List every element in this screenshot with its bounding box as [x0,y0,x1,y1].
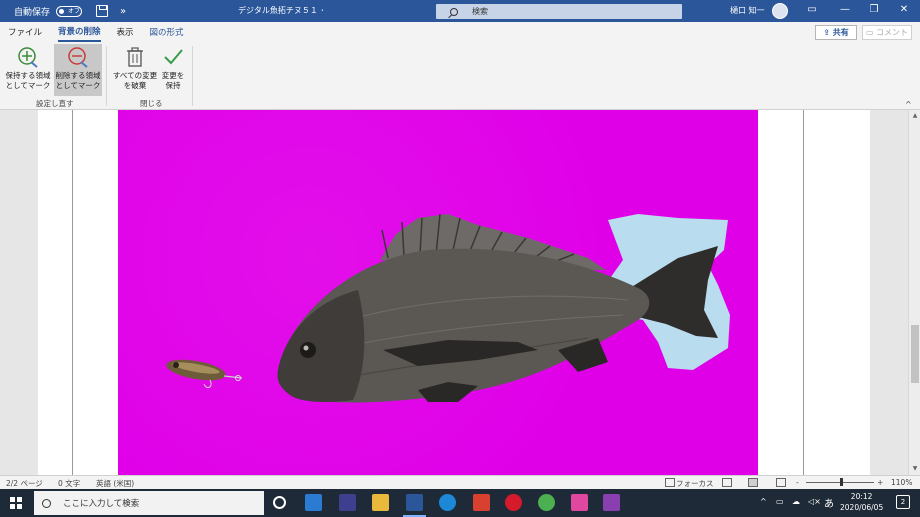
search-icon [450,7,458,16]
mark-keep-label-1: 保持する領域 [5,71,51,80]
zoom-slider-thumb[interactable] [840,478,843,486]
mark-remove-icon [68,47,88,68]
close-button[interactable]: ✕ [897,3,911,17]
margin-line-right [803,110,804,475]
store-icon[interactable] [339,494,356,511]
minimize-button[interactable]: — [838,3,852,17]
app-icon[interactable] [603,494,620,511]
document-area [0,110,908,475]
mark-keep-label-2: としてマーク [5,81,51,90]
mark-remove-label-1: 削除する領域 [55,71,101,80]
volume-icon[interactable]: ◁× [808,497,821,506]
checkmark-icon [164,49,183,65]
restore-button[interactable]: ❐ [867,3,881,17]
avatar[interactable] [772,3,788,19]
ime-indicator[interactable]: あ [824,495,834,510]
zoom-in-button[interactable]: + [877,478,883,487]
autosave-label: 自動保存 [14,7,51,18]
taskbar-search-box[interactable]: ここに入力して検索 [34,491,264,515]
title-bar: 自動保存 オフ » デジタル魚拓チヌ５１ ･ 検索 樋口 知一 ▭ — ❐ ✕ [0,0,920,22]
tab-view[interactable]: 表示 [117,23,134,41]
language-indicator[interactable]: 英語 (米国) [96,478,134,489]
chrome-icon[interactable] [538,494,555,511]
taskbar: ここに入力して検索 ^ ▭ ☁ ◁× あ 20:12 2020/06/05 2 [0,489,920,517]
word-app-icon[interactable] [403,494,426,517]
taskbar-search-placeholder: ここに入力して検索 [63,499,140,509]
zoom-out-button[interactable]: - [796,478,799,487]
save-icon[interactable] [96,5,109,17]
tab-picture-format[interactable]: 図の形式 [150,23,184,41]
group-label-refine: 設定し直す [36,99,74,108]
user-name[interactable]: 樋口 知一 [730,5,765,16]
group-label-close: 閉じる [140,99,163,108]
acrobat-icon[interactable] [473,494,490,511]
focus-icon[interactable] [665,478,675,487]
picture-canvas[interactable] [118,110,758,475]
web-layout-icon[interactable] [776,478,786,487]
hp-app-icon[interactable] [571,494,588,511]
zoom-level[interactable]: 110% [891,478,912,487]
comment-label: コメント [876,28,909,37]
notification-center-button[interactable]: 2 [896,495,910,509]
fish-image[interactable] [118,110,758,475]
task-view-icon[interactable] [273,496,286,509]
margin-line-left [72,110,73,475]
internet-explorer-icon[interactable] [439,494,456,511]
search-icon [42,498,51,508]
battery-icon[interactable]: ▭ [776,497,784,506]
windows-start-icon[interactable] [10,497,22,509]
discard-label-2: を破棄 [123,81,147,90]
word-count[interactable]: 0 文字 [58,478,80,489]
tray-expand-icon[interactable]: ^ [760,497,767,506]
focus-mode-button[interactable]: フォーカス [676,478,714,489]
scrollbar-thumb[interactable] [911,325,919,383]
keep-changes-button[interactable]: 変更を 保持 [158,44,188,96]
keep-label-1: 変更を [161,71,185,80]
status-bar: 2/2 ページ 0 文字 英語 (米国) フォーカス - + 110% [0,475,920,489]
mark-keep-button[interactable]: 保持する領域 としてマーク [4,44,52,96]
clock[interactable]: 20:12 2020/06/05 [840,491,883,513]
mark-keep-icon [18,47,38,68]
quick-access-more-button[interactable]: » [120,6,126,17]
discard-all-changes-button[interactable]: すべての変更 を破棄 [112,44,158,96]
search-placeholder: 検索 [472,7,488,16]
file-explorer-icon[interactable] [372,494,389,511]
print-layout-icon[interactable] [748,478,758,487]
keep-label-2: 保持 [165,81,181,90]
collapse-ribbon-button[interactable]: ^ [905,100,912,109]
opera-icon[interactable] [505,494,522,511]
ribbon: 保持する領域 としてマーク 削除する領域 としてマーク 設定し直す すべての変更… [0,42,920,110]
onedrive-icon[interactable]: ☁ [792,497,800,506]
fish-eye-highlight [303,345,309,351]
vertical-scrollbar[interactable]: ▲ ▼ [908,110,920,475]
fishing-lure [166,359,243,388]
mark-remove-button[interactable]: 削除する領域 としてマーク [54,44,102,96]
scroll-up-icon[interactable]: ▲ [911,112,919,119]
tab-file[interactable]: ファイル [8,23,42,41]
group-divider [106,46,107,106]
share-button[interactable]: ⇪ 共有 [815,25,857,40]
mail-icon[interactable] [305,494,322,511]
discard-label-1: すべての変更 [112,71,158,80]
scroll-down-icon[interactable]: ▼ [911,465,919,472]
ribbon-display-options-icon[interactable]: ▭ [805,3,819,17]
document-title[interactable]: デジタル魚拓チヌ５１ ･ [238,5,324,16]
group-divider [192,46,193,106]
mark-remove-label-2: としてマーク [55,81,101,90]
comment-button[interactable]: ▭ コメント [862,25,912,40]
clock-date: 2020/06/05 [840,503,884,512]
fish-head [277,290,365,403]
page-count[interactable]: 2/2 ページ [6,478,43,489]
clock-time: 20:12 [850,492,873,501]
ribbon-tabs: ファイル 背景の削除 表示 図の形式 [0,22,920,42]
search-box[interactable]: 検索 [436,4,682,19]
tab-background-removal[interactable]: 背景の削除 [58,22,101,42]
fish-eye [300,342,316,358]
share-label: 共有 [832,28,849,37]
autosave-toggle[interactable]: オフ [56,5,83,17]
read-mode-icon[interactable] [722,478,732,487]
trash-icon [127,47,143,67]
